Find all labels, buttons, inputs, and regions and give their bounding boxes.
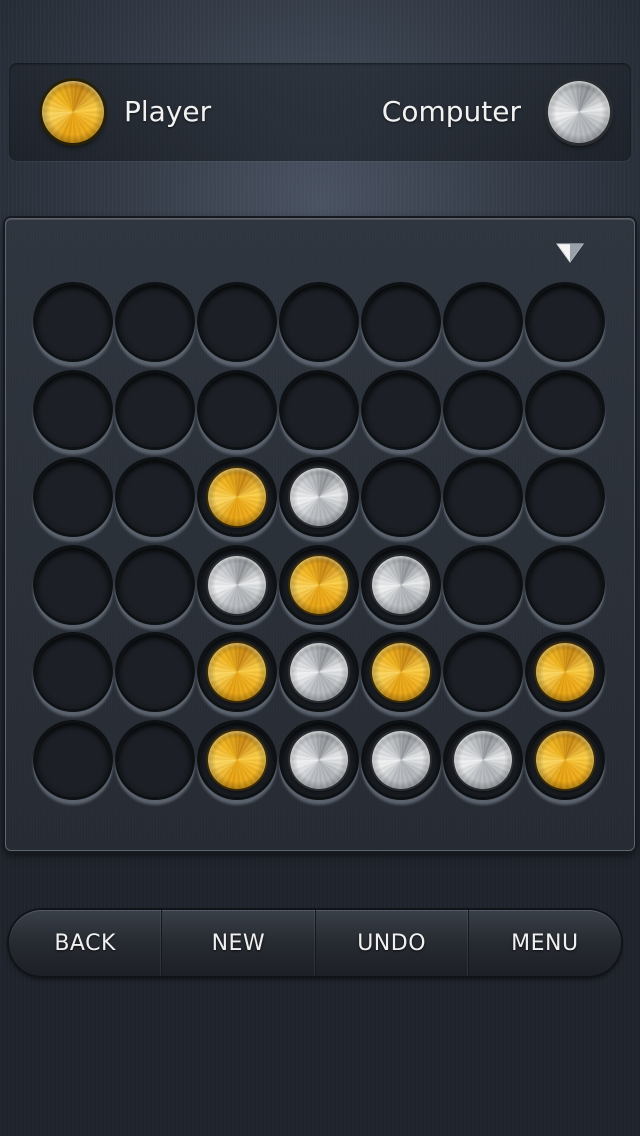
board-slot-r2-c6[interactable] (446, 372, 520, 447)
computer-label: Computer (381, 95, 521, 128)
board-slot-r1-c7[interactable] (528, 285, 602, 359)
undo-button[interactable]: UNDO (316, 910, 469, 976)
board-slot-r5-c5[interactable] (364, 635, 438, 709)
silver-chip-icon (290, 468, 348, 526)
board-slot-r1-c4[interactable] (282, 285, 356, 359)
board-slot-r3-c4[interactable] (282, 460, 356, 534)
gold-chip-icon (536, 730, 594, 789)
triangle-down-icon[interactable] (556, 242, 584, 264)
gold-chip-icon (372, 643, 430, 701)
board-slot-r3-c7[interactable] (528, 460, 602, 534)
board-slot-r6-c7[interactable] (528, 722, 602, 797)
board-slot-r4-c1[interactable] (36, 547, 110, 622)
board-slot-r5-c3[interactable] (200, 635, 274, 709)
board-slot-r6-c2[interactable] (118, 722, 192, 797)
gold-chip-icon (536, 643, 594, 701)
player-chip-icon (42, 81, 104, 143)
board-slot-r2-c7[interactable] (528, 372, 602, 447)
board-slot-r3-c2[interactable] (118, 460, 192, 534)
board-slot-r1-c1[interactable] (36, 285, 110, 359)
board-slot-r5-c2[interactable] (118, 635, 192, 709)
game-board[interactable] (5, 218, 635, 851)
board-slot-r6-c1[interactable] (36, 722, 110, 797)
silver-chip-icon (208, 555, 266, 614)
silver-chip-icon (290, 643, 348, 701)
bottom-toolbar: BACK NEW UNDO MENU (9, 910, 621, 976)
gold-chip-icon (208, 730, 266, 789)
players-header: Player Computer (9, 63, 631, 161)
board-slot-r6-c6[interactable] (446, 722, 520, 797)
computer-chip-icon (548, 81, 610, 143)
back-button[interactable]: BACK (9, 910, 163, 976)
board-slot-r6-c5[interactable] (364, 722, 438, 797)
board-slot-r6-c3[interactable] (200, 722, 274, 797)
board-slot-r3-c5[interactable] (364, 460, 438, 534)
silver-chip-icon (290, 730, 348, 789)
board-slot-r1-c5[interactable] (364, 285, 438, 359)
menu-button[interactable]: MENU (469, 910, 621, 976)
board-slot-r4-c2[interactable] (118, 547, 192, 622)
board-slot-r4-c6[interactable] (446, 547, 520, 622)
board-slot-r3-c6[interactable] (446, 460, 520, 534)
board-slot-r5-c6[interactable] (446, 635, 520, 709)
board-slot-r2-c3[interactable] (200, 372, 274, 447)
silver-chip-icon (372, 730, 430, 789)
gold-chip-icon (208, 468, 266, 526)
board-slot-r1-c3[interactable] (200, 285, 274, 359)
board-slot-r2-c5[interactable] (364, 372, 438, 447)
new-game-button[interactable]: NEW (162, 910, 316, 976)
silver-chip-icon (372, 555, 430, 614)
board-slot-r6-c4[interactable] (282, 722, 356, 797)
board-slot-r2-c1[interactable] (36, 372, 110, 447)
board-slot-r5-c1[interactable] (36, 635, 110, 709)
player-label: Player (124, 95, 212, 128)
board-slot-r4-c4[interactable] (282, 547, 356, 622)
board-slot-r1-c2[interactable] (118, 285, 192, 359)
gold-chip-icon (208, 643, 266, 701)
silver-chip-icon (454, 730, 512, 789)
board-slot-r3-c3[interactable] (200, 460, 274, 534)
board-slot-r3-c1[interactable] (36, 460, 110, 534)
board-slot-r2-c2[interactable] (118, 372, 192, 447)
board-slot-r4-c7[interactable] (528, 547, 602, 622)
board-slot-r1-c6[interactable] (446, 285, 520, 359)
gold-chip-icon (290, 555, 348, 614)
board-slot-r2-c4[interactable] (282, 372, 356, 447)
board-slot-r5-c4[interactable] (282, 635, 356, 709)
board-slot-r4-c5[interactable] (364, 547, 438, 622)
board-slot-r4-c3[interactable] (200, 547, 274, 622)
board-slot-r5-c7[interactable] (528, 635, 602, 709)
